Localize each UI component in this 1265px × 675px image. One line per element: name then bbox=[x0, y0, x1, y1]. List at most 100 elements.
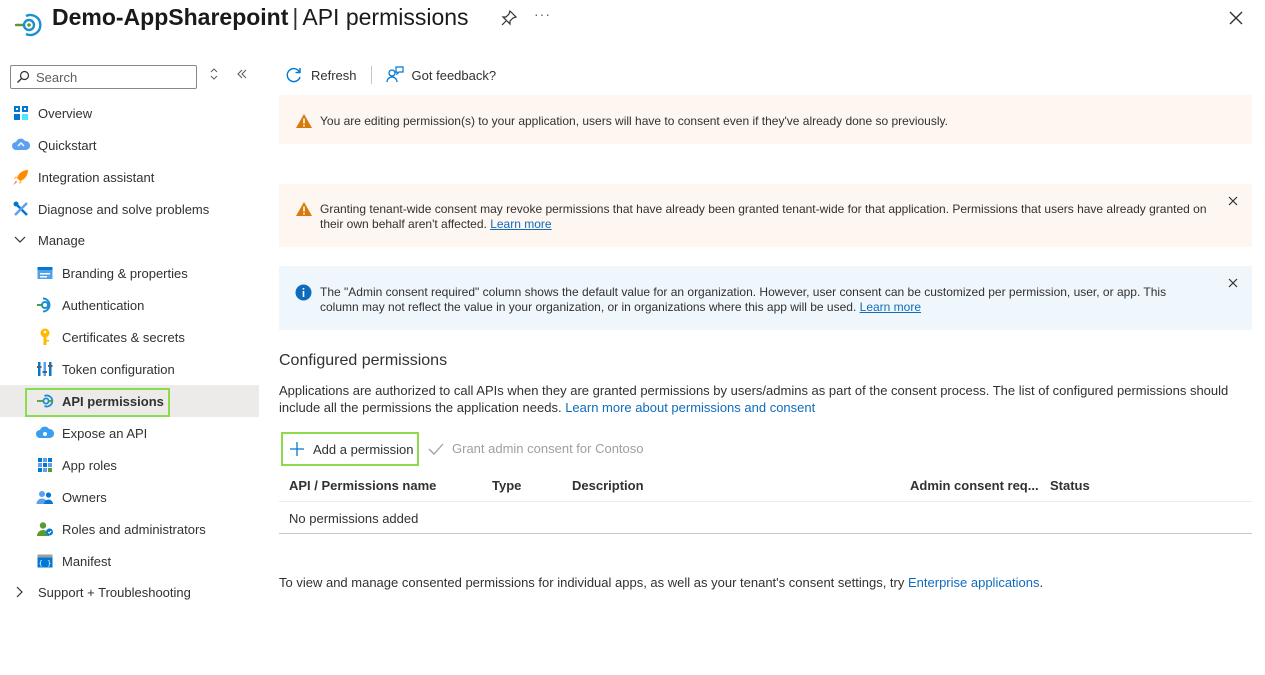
search-placeholder: Search bbox=[36, 69, 78, 85]
refresh-label: Refresh bbox=[311, 67, 357, 83]
sidebar-item-label: Integration assistant bbox=[38, 169, 155, 185]
edit-warning-banner: You are editing permission(s) to your ap… bbox=[279, 95, 1252, 144]
sidebar-item-label: Branding & properties bbox=[62, 265, 188, 281]
admin-consent-info-banner: The "Admin consent required" column show… bbox=[279, 266, 1252, 330]
sidebar-item-overview[interactable]: Overview bbox=[0, 97, 259, 129]
permissions-table-header: API / Permissions name Type Description … bbox=[279, 470, 1252, 502]
column-header-admin-consent[interactable]: Admin consent req... bbox=[910, 478, 1039, 493]
sidebar-item-app-roles[interactable]: App roles bbox=[0, 449, 259, 481]
wrench-icon bbox=[12, 200, 30, 218]
grant-consent-label: Grant admin consent for Contoso bbox=[452, 441, 644, 456]
consent-warning-text: Granting tenant-wide consent may revoke … bbox=[320, 202, 1208, 232]
feedback-button[interactable]: Got feedback? bbox=[385, 66, 497, 84]
column-header-api[interactable]: API / Permissions name bbox=[289, 478, 436, 493]
plus-icon bbox=[290, 442, 304, 456]
sidebar-item-label: Diagnose and solve problems bbox=[38, 201, 210, 217]
sidebar-item-diagnose[interactable]: Diagnose and solve problems bbox=[0, 193, 259, 225]
toolbar-divider bbox=[370, 66, 372, 84]
feedback-label: Got feedback? bbox=[411, 67, 497, 83]
page-title: Demo-AppSharepoint | API permissions bbox=[52, 4, 469, 31]
sidebar-item-manifest[interactable]: { } Manifest bbox=[0, 545, 259, 577]
warning-icon bbox=[296, 114, 312, 128]
column-header-status[interactable]: Status bbox=[1050, 478, 1090, 493]
info-learn-more-link[interactable]: Learn more bbox=[860, 300, 921, 314]
refresh-button[interactable]: Refresh bbox=[285, 66, 357, 84]
sidebar-item-label: Token configuration bbox=[62, 361, 175, 377]
branding-card-icon bbox=[36, 264, 54, 282]
sidebar-item-expose-api[interactable]: Expose an API bbox=[0, 417, 259, 449]
command-bar: Refresh Got feedback? bbox=[285, 66, 496, 84]
sidebar-item-integration-assistant[interactable]: Integration assistant bbox=[0, 161, 259, 193]
sidebar-item-label: Manifest bbox=[62, 553, 112, 569]
sidebar-item-label: Certificates & secrets bbox=[62, 329, 185, 345]
grant-admin-consent-button[interactable]: Grant admin consent for Contoso bbox=[428, 441, 644, 456]
app-registration-icon bbox=[14, 13, 42, 37]
sidebar-item-label: API permissions bbox=[62, 393, 164, 409]
sidebar-item-branding[interactable]: Branding & properties bbox=[0, 257, 259, 289]
sidebar-item-api-permissions[interactable]: API permissions bbox=[0, 385, 259, 417]
empty-table-message: No permissions added bbox=[289, 511, 419, 526]
sidebar-item-label: Overview bbox=[38, 105, 93, 121]
close-icon[interactable] bbox=[1226, 194, 1240, 208]
table-row: No permissions added bbox=[279, 502, 1252, 534]
owners-people-icon bbox=[36, 488, 54, 506]
cloud-api-icon bbox=[36, 424, 54, 442]
sidebar-item-quickstart[interactable]: Quickstart bbox=[0, 129, 259, 161]
app-name: Demo-AppSharepoint bbox=[52, 4, 289, 30]
sidebar-item-roles-administrators[interactable]: Roles and administrators bbox=[0, 513, 259, 545]
sidebar-item-label: Roles and administrators bbox=[62, 521, 206, 537]
sidebar-item-certificates[interactable]: Certificates & secrets bbox=[0, 321, 259, 353]
warning-icon bbox=[296, 202, 312, 216]
refresh-icon bbox=[286, 67, 301, 83]
enterprise-apps-note: To view and manage consented permissions… bbox=[279, 575, 1043, 590]
search-icon bbox=[17, 70, 30, 83]
page-name: API permissions bbox=[302, 4, 469, 30]
sidebar-item-label: App roles bbox=[62, 457, 117, 473]
sidebar-item-authentication[interactable]: Authentication bbox=[0, 289, 259, 321]
feedback-person-icon bbox=[385, 66, 404, 83]
column-header-type[interactable]: Type bbox=[492, 478, 521, 493]
edit-warning-text: You are editing permission(s) to your ap… bbox=[320, 114, 948, 128]
more-options-button[interactable]: ··· bbox=[534, 6, 551, 22]
pin-icon[interactable] bbox=[500, 9, 518, 27]
close-icon[interactable] bbox=[1226, 8, 1246, 28]
expand-toggle-icon[interactable] bbox=[206, 68, 222, 83]
key-icon bbox=[36, 328, 54, 346]
quickstart-cloud-icon bbox=[12, 136, 30, 154]
sidebar-group-support[interactable]: Support + Troubleshooting bbox=[0, 576, 259, 608]
app-roles-grid-icon bbox=[36, 456, 54, 474]
rocket-icon bbox=[12, 168, 30, 186]
configured-permissions-description: Applications are authorized to call APIs… bbox=[279, 382, 1249, 416]
checkmark-icon bbox=[428, 443, 444, 455]
sidebar-item-owners[interactable]: Owners bbox=[0, 481, 259, 513]
token-bars-icon bbox=[36, 360, 54, 378]
permissions-consent-link[interactable]: Learn more about permissions and consent bbox=[565, 400, 815, 415]
enterprise-applications-link[interactable]: Enterprise applications bbox=[908, 575, 1040, 590]
configured-permissions-heading: Configured permissions bbox=[279, 352, 448, 369]
title-separator: | bbox=[292, 4, 299, 30]
collapse-sidebar-icon[interactable] bbox=[234, 68, 250, 83]
overview-grid-icon bbox=[12, 104, 30, 122]
close-icon[interactable] bbox=[1226, 276, 1240, 290]
info-body: The "Admin consent required" column show… bbox=[320, 285, 1167, 314]
consent-warning-banner: Granting tenant-wide consent may revoke … bbox=[279, 184, 1252, 247]
search-input[interactable]: Search bbox=[10, 65, 197, 89]
sidebar-item-label: Expose an API bbox=[62, 425, 148, 441]
sidebar-group-manage[interactable]: Manage bbox=[0, 224, 259, 256]
sidebar-item-label: Support + Troubleshooting bbox=[38, 584, 191, 600]
sidebar-item-token-configuration[interactable]: Token configuration bbox=[0, 353, 259, 385]
sidebar-item-label: Quickstart bbox=[38, 137, 97, 153]
svg-text:{ }: { } bbox=[39, 560, 52, 568]
authentication-icon bbox=[36, 296, 54, 314]
consent-learn-more-link[interactable]: Learn more bbox=[490, 217, 551, 231]
add-permission-label: Add a permission bbox=[313, 441, 414, 457]
add-permission-button[interactable]: Add a permission bbox=[281, 432, 419, 466]
consent-warning-body: Granting tenant-wide consent may revoke … bbox=[320, 202, 1207, 231]
chevron-right-icon bbox=[12, 584, 28, 600]
column-header-description[interactable]: Description bbox=[572, 478, 644, 493]
sidebar-item-label: Owners bbox=[62, 489, 107, 505]
sidebar-item-label: Authentication bbox=[62, 297, 145, 313]
manifest-icon: { } bbox=[36, 552, 54, 570]
footer-suffix: . bbox=[1039, 575, 1044, 590]
chevron-down-icon bbox=[12, 232, 28, 248]
